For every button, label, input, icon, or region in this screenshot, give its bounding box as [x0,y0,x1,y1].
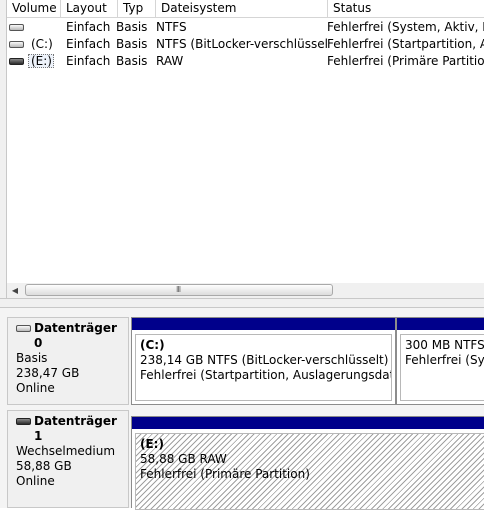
partition-info: 238,14 GB NTFS (BitLocker-verschlüsselt) [140,353,389,367]
disk-icon [16,325,31,332]
drive-icon [9,24,24,31]
removable-disk-icon [16,418,31,425]
partition-info: 300 MB NTFS [405,338,484,352]
partition-c[interactable]: (C:) 238,14 GB NTFS (BitLocker-verschlüs… [131,317,396,405]
disk-size: 58,88 GB [16,459,72,473]
column-header-layout[interactable]: Layout [61,0,118,17]
list-left-edge [0,0,7,298]
partition-bar [132,417,484,429]
volume-filesystem: NTFS (BitLocker-verschlüsselt) [156,37,328,51]
scrollbar-thumb[interactable]: III [25,284,333,296]
volume-name: (C:) [31,37,53,51]
disk-graphical-view: Datenträger 0 Basis 238,47 GB Online (C:… [0,308,484,510]
column-header-filesystem[interactable]: Dateisystem [156,0,328,17]
partition-system-reserved[interactable]: 300 MB NTFS Fehlerfrei (Syste [396,317,484,405]
scrollbar-grip-icon: III [176,285,181,294]
volume-layout: Einfach [66,54,111,68]
drive-icon [9,41,24,48]
disk-name: Datenträger 0 [16,321,128,351]
volume-type: Basis [116,37,148,51]
disk-1-name: Datenträger 1 [34,414,117,443]
scroll-left-arrow-icon[interactable]: ◀ [9,284,21,297]
disk-name: Datenträger 1 [16,414,128,444]
partition-bar [132,318,395,330]
volume-row[interactable]: Einfach Basis NTFS Fehlerfrei (System, A… [7,19,484,36]
partition-info: 58,88 GB RAW [140,452,227,466]
volume-name [31,19,61,36]
disk-size: 238,47 GB [16,366,80,380]
partition-status: Fehlerfrei (Primäre Partition) [140,467,310,481]
volume-layout: Einfach [66,37,111,51]
volume-status: Fehlerfrei (Primäre Partition) [327,54,484,68]
horizontal-scrollbar[interactable]: ◀ III [7,283,484,298]
disk-0-info[interactable]: Datenträger 0 Basis 238,47 GB Online [7,317,129,405]
disk-kind: Basis [16,351,48,365]
volume-list[interactable]: Volume Layout Typ Dateisystem Status Ein… [0,0,484,298]
partition-e[interactable]: (E:) 58,88 GB RAW Fehlerfrei (Primäre Pa… [131,416,484,510]
volume-row[interactable]: (E:) Einfach Basis RAW Fehlerfrei (Primä… [7,53,484,70]
partition-status: Fehlerfrei (Syste [405,353,484,367]
volume-type: Basis [116,54,148,68]
disk-state: Online [16,474,55,488]
volume-layout: Einfach [66,20,111,34]
volume-filesystem: RAW [156,54,184,68]
volume-type: Basis [116,20,148,34]
partition-status: Fehlerfrei (Startpartition, Auslagerungs… [140,368,391,382]
partition-label: (E:) [140,437,164,451]
volume-filesystem: NTFS [156,20,187,34]
column-header-type[interactable]: Typ [118,0,156,17]
disk-1-info[interactable]: Datenträger 1 Wechselmedium 58,88 GB Onl… [7,410,129,508]
column-header-volume[interactable]: Volume [7,0,61,17]
disk-0-name: Datenträger 0 [34,321,117,350]
partition-label: (C:) [140,338,165,352]
column-header-status[interactable]: Status [328,0,484,17]
volume-status: Fehlerfrei (System, Aktiv, Prim [327,20,484,34]
volume-status: Fehlerfrei (Startpartition, Ausla [327,37,484,51]
partition-content: 300 MB NTFS Fehlerfrei (Syste [400,334,484,401]
partition-bar [397,318,484,330]
volume-row[interactable]: (C:) Einfach Basis NTFS (BitLocker-versc… [7,36,484,53]
removable-drive-icon [9,58,24,65]
volume-name: (E:) [31,54,52,68]
column-header-row: Volume Layout Typ Dateisystem Status [7,0,484,18]
partition-content: (C:) 238,14 GB NTFS (BitLocker-verschlüs… [135,334,392,401]
disk-state: Online [16,381,55,395]
partition-content: (E:) 58,88 GB RAW Fehlerfrei (Primäre Pa… [135,433,484,510]
pane-splitter[interactable] [0,298,484,308]
disk-kind: Wechselmedium [16,444,116,458]
